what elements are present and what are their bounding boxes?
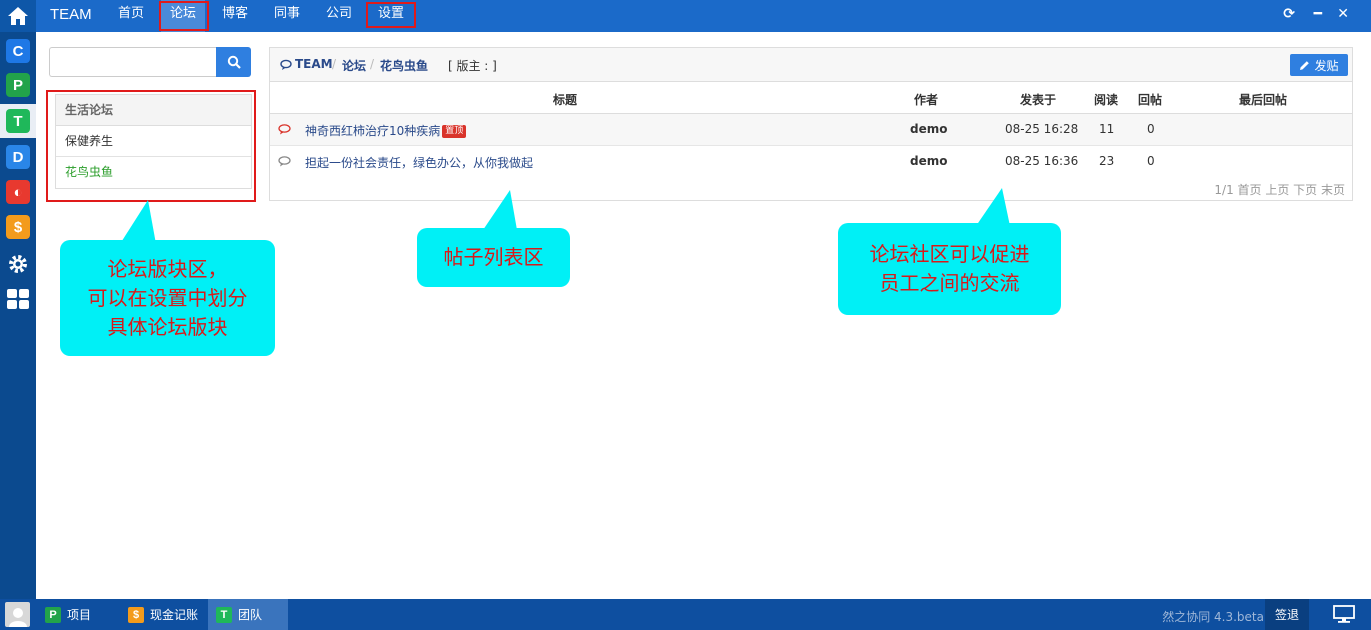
moderator-label: [ 版主 : ] [448,59,497,73]
pinned-badge: 置顶 [442,125,467,138]
pagination[interactable]: 1/1 首页 上页 下页 末页 [1214,181,1345,198]
all-apps[interactable] [6,287,30,311]
header-last-reply: 最后回帖 [1239,93,1288,107]
app-tile-o[interactable]: ◐ [6,180,30,204]
app-tile-t-active[interactable]: T [0,104,36,138]
post-date: 08-25 16:36 [1005,154,1079,168]
comment-hot-icon [278,124,291,135]
header-author: 作者 [914,93,939,107]
task-project[interactable]: P 项目 [37,599,117,630]
breadcrumb-separator: / [332,57,337,71]
signout-button[interactable]: 签退 [1265,599,1309,630]
app-d-icon: D [6,145,30,169]
header-posted: 发表于 [1020,93,1057,107]
header-reads: 阅读 [1094,93,1119,107]
user-avatar[interactable] [5,602,30,627]
header-title: 标题 [553,93,578,107]
post-replies: 0 [1147,122,1155,136]
nav-blog[interactable]: 博客 [213,0,257,32]
nav-forum[interactable]: 论坛 [161,0,206,32]
desktop-button[interactable] [1333,605,1355,626]
forum-group-header: 生活论坛 [56,95,251,126]
minimize-icon[interactable]: ━ [1314,6,1322,22]
task-cash[interactable]: $ 现金记账 [120,599,205,630]
gear-icon [9,255,27,273]
breadcrumb-section[interactable]: 论坛 [342,57,366,74]
app-tile-d[interactable]: D [6,145,30,169]
forum-item-health[interactable]: 保健养生 [56,126,251,157]
comment-icon [278,156,291,167]
breadcrumb-root[interactable]: TEAM [295,57,333,71]
post-replies: 0 [1147,154,1155,168]
cash-icon: $ [128,606,144,623]
top-navbar: TEAM 首页 论坛 博客 同事 公司 设置 ⟳ ━ ✕ [36,0,1371,32]
app-c-icon: C [6,39,30,63]
app-t-icon: T [6,109,30,133]
nav-company[interactable]: 公司 [317,0,361,32]
home-icon [8,7,28,25]
search-button[interactable] [216,47,251,77]
forum-sections-panel: 生活论坛 保健养生 花鸟虫鱼 [55,94,252,189]
callout-forum-sections: 论坛版块区， 可以在设置中划分 具体论坛版块 [60,240,275,356]
project-icon: P [45,606,61,623]
post-author[interactable]: demo [910,154,947,168]
app-sidebar: C P T D ◐ $ [0,0,36,630]
post-date: 08-25 16:28 [1005,122,1079,136]
post-reads: 23 [1099,154,1115,168]
post-reads: 11 [1099,122,1115,136]
monitor-icon [1333,605,1355,623]
brand[interactable]: TEAM [50,6,92,23]
pencil-icon [1300,60,1310,70]
home-button[interactable] [0,0,36,32]
refresh-icon[interactable]: ⟳ [1283,6,1295,22]
table-header: 标题 作者 发表于 阅读 回帖 最后回帖 [270,83,1352,114]
app-tile-cash[interactable]: $ [6,215,30,239]
close-icon[interactable]: ✕ [1337,6,1349,22]
team-icon: T [216,606,232,623]
app-tile-c[interactable]: C [6,39,30,63]
callout-pointer [483,190,517,230]
comments-icon [280,59,292,70]
forum-item-flowers[interactable]: 花鸟虫鱼 [56,157,251,188]
callout-community: 论坛社区可以促进 员工之间的交流 [838,223,1061,315]
callout-pointer [120,200,156,244]
taskbar: P 项目 $ 现金记账 T 团队 然之协同 4.3.beta 签退 [0,599,1371,630]
search-icon [227,55,241,69]
breadcrumb-separator: / [370,57,375,71]
new-post-button[interactable]: 发贴 [1290,54,1348,76]
nav-home[interactable]: 首页 [109,0,153,32]
app-cash-icon: $ [6,215,30,239]
nav-settings[interactable]: 设置 [369,0,413,32]
breadcrumb-current[interactable]: 花鸟虫鱼 [380,57,428,74]
header-replies: 回帖 [1138,93,1163,107]
task-team[interactable]: T 团队 [208,599,288,630]
table-row[interactable]: 神奇西红柿治疗10种疾病 置顶 demo 08-25 16:28 11 0 [270,114,1352,146]
post-author[interactable]: demo [910,122,947,136]
user-icon [8,608,27,627]
post-title[interactable]: 神奇西红柿治疗10种疾病 置顶 [305,122,467,139]
app-p-icon: P [6,73,30,97]
app-version: 然之协同 4.3.beta [1162,610,1264,624]
grid-icon [7,289,29,309]
nav-colleagues[interactable]: 同事 [265,0,309,32]
post-title[interactable]: 担起一份社会责任，绿色办公，从你我做起 [305,154,533,171]
callout-post-list: 帖子列表区 [417,228,570,287]
table-row[interactable]: 担起一份社会责任，绿色办公，从你我做起 demo 08-25 16:36 23 … [270,146,1352,178]
callout-pointer [976,188,1010,226]
breadcrumb: TEAM / 论坛 / 花鸟虫鱼 [ 版主 : ] 发贴 [270,48,1352,82]
search-input[interactable] [49,47,217,77]
app-o-icon: ◐ [6,180,30,204]
post-list-panel: TEAM / 论坛 / 花鸟虫鱼 [ 版主 : ] 发贴 标题 作者 发表于 阅… [269,47,1353,201]
new-post-label: 发贴 [1314,58,1339,73]
app-tile-p[interactable]: P [6,73,30,97]
settings-app[interactable] [6,252,30,276]
